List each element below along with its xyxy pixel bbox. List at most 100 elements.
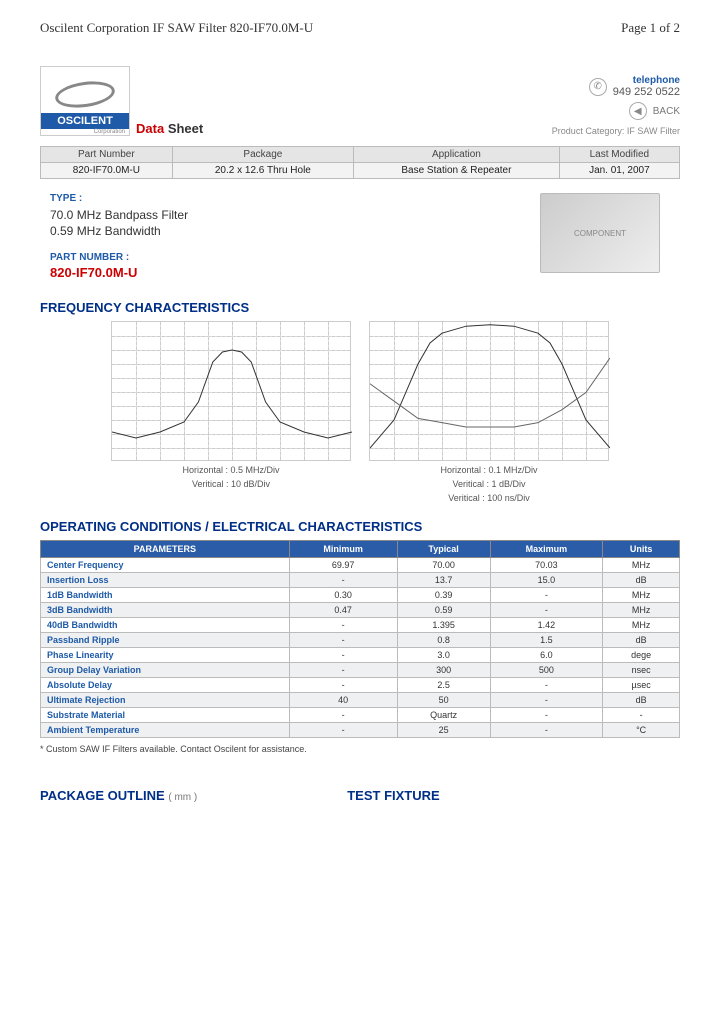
chart-caption: Veritical : 100 ns/Div xyxy=(369,493,609,503)
spec-cell: 3.0 xyxy=(397,648,490,663)
logo-corp: Corporation xyxy=(41,129,129,135)
info-header: Application xyxy=(354,147,560,163)
spec-cell: 1dB Bandwidth xyxy=(41,588,290,603)
spec-cell: 0.8 xyxy=(397,633,490,648)
table-row: Insertion Loss-13.715.0dB xyxy=(41,573,680,588)
spec-cell: - xyxy=(289,708,397,723)
spec-cell: Center Frequency xyxy=(41,558,290,573)
spec-header: Maximum xyxy=(490,541,603,558)
spec-cell: °C xyxy=(603,723,680,738)
info-header: Last Modified xyxy=(559,147,679,163)
spec-cell: MHz xyxy=(603,603,680,618)
product-category: Product Category: IF SAW Filter xyxy=(552,126,680,136)
spec-cell: nsec xyxy=(603,663,680,678)
spec-cell: 13.7 xyxy=(397,573,490,588)
back-icon[interactable]: ◀ xyxy=(629,102,647,120)
telephone-label: telephone xyxy=(613,75,680,86)
spec-cell: - xyxy=(490,723,603,738)
spec-cell: dege xyxy=(603,648,680,663)
chart-caption: Veritical : 1 dB/Div xyxy=(369,479,609,489)
spec-cell: µsec xyxy=(603,678,680,693)
section-test-fixture: TEST FIXTURE xyxy=(347,788,439,803)
logo-ring-icon xyxy=(54,78,117,111)
spec-cell: 3dB Bandwidth xyxy=(41,603,290,618)
info-value: Jan. 01, 2007 xyxy=(559,163,679,179)
spec-cell: 69.97 xyxy=(289,558,397,573)
chart-caption: Veritical : 10 dB/Div xyxy=(111,479,351,489)
spec-cell: 2.5 xyxy=(397,678,490,693)
footnote: * Custom SAW IF Filters available. Conta… xyxy=(40,744,680,754)
table-row: Center Frequency69.9770.0070.03MHz xyxy=(41,558,680,573)
spec-cell: - xyxy=(490,708,603,723)
spec-cell: dB xyxy=(603,633,680,648)
spec-cell: 1.5 xyxy=(490,633,603,648)
spec-cell: 40 xyxy=(289,693,397,708)
section-operating: OPERATING CONDITIONS / ELECTRICAL CHARAC… xyxy=(40,519,680,534)
spec-cell: 1.42 xyxy=(490,618,603,633)
table-row: Ambient Temperature-25-°C xyxy=(41,723,680,738)
table-row: 3dB Bandwidth0.470.59-MHz xyxy=(41,603,680,618)
spec-header: PARAMETERS xyxy=(41,541,290,558)
table-row: 40dB Bandwidth-1.3951.42MHz xyxy=(41,618,680,633)
table-row: Ultimate Rejection4050-dB xyxy=(41,693,680,708)
info-value: Base Station & Repeater xyxy=(354,163,560,179)
spec-header: Units xyxy=(603,541,680,558)
spec-cell: - xyxy=(289,678,397,693)
spec-cell: MHz xyxy=(603,558,680,573)
telephone-number: 949 252 0522 xyxy=(613,86,680,98)
info-header: Package xyxy=(172,147,353,163)
type-line: 0.59 MHz Bandwidth xyxy=(50,224,188,238)
contact-area: ✆ telephone 949 252 0522 ◀ BACK Product … xyxy=(552,75,680,136)
section-frequency: FREQUENCY CHARACTERISTICS xyxy=(40,300,680,315)
spec-cell: Absolute Delay xyxy=(41,678,290,693)
table-row: 1dB Bandwidth0.300.39-MHz xyxy=(41,588,680,603)
part-number-label: PART NUMBER : xyxy=(50,252,188,263)
bottom-sections: PACKAGE OUTLINE ( mm ) TEST FIXTURE xyxy=(40,772,680,809)
chart-caption: Horizontal : 0.5 MHz/Div xyxy=(111,465,351,475)
table-row: Absolute Delay-2.5-µsec xyxy=(41,678,680,693)
part-number-value: 820-IF70.0M-U xyxy=(50,265,188,280)
logo-area: OSCILENT Corporation Data Sheet xyxy=(40,66,203,136)
chart-caption: Horizontal : 0.1 MHz/Div xyxy=(369,465,609,475)
table-row: Phase Linearity-3.06.0dege xyxy=(41,648,680,663)
type-block: TYPE : 70.0 MHz Bandpass Filter 0.59 MHz… xyxy=(40,193,680,280)
spec-cell: Ultimate Rejection xyxy=(41,693,290,708)
chart-wide: Horizontal : 0.5 MHz/Div Veritical : 10 … xyxy=(111,321,351,503)
top-row: OSCILENT Corporation Data Sheet ✆ teleph… xyxy=(40,66,680,136)
spec-cell: 0.47 xyxy=(289,603,397,618)
component-photo: COMPONENT xyxy=(540,193,660,273)
spec-cell: - xyxy=(490,693,603,708)
spec-cell: dB xyxy=(603,573,680,588)
spec-cell: - xyxy=(289,648,397,663)
spec-cell: dB xyxy=(603,693,680,708)
spec-cell: - xyxy=(289,633,397,648)
spec-cell: - xyxy=(490,588,603,603)
back-button[interactable]: BACK xyxy=(653,106,680,117)
data-sheet-label: Data Sheet xyxy=(136,121,203,136)
page-header: Oscilent Corporation IF SAW Filter 820-I… xyxy=(40,20,680,36)
table-row: Group Delay Variation-300500nsec xyxy=(41,663,680,678)
spec-cell: 70.03 xyxy=(490,558,603,573)
spec-cell: - xyxy=(289,618,397,633)
spec-cell: Insertion Loss xyxy=(41,573,290,588)
chart-narrow: Horizontal : 0.1 MHz/Div Veritical : 1 d… xyxy=(369,321,609,503)
info-value: 20.2 x 12.6 Thru Hole xyxy=(172,163,353,179)
spec-cell: 1.395 xyxy=(397,618,490,633)
charts-row: Horizontal : 0.5 MHz/Div Veritical : 10 … xyxy=(40,321,680,503)
spec-cell: - xyxy=(603,708,680,723)
spec-cell: 0.30 xyxy=(289,588,397,603)
spec-cell: 40dB Bandwidth xyxy=(41,618,290,633)
spec-cell: Group Delay Variation xyxy=(41,663,290,678)
spec-cell: Passband Ripple xyxy=(41,633,290,648)
spec-cell: 50 xyxy=(397,693,490,708)
spec-cell: 6.0 xyxy=(490,648,603,663)
spec-cell: 15.0 xyxy=(490,573,603,588)
table-row: Passband Ripple-0.81.5dB xyxy=(41,633,680,648)
info-table: Part Number Package Application Last Mod… xyxy=(40,146,680,179)
phone-icon: ✆ xyxy=(589,78,607,96)
spec-cell: - xyxy=(490,603,603,618)
info-value: 820-IF70.0M-U xyxy=(41,163,173,179)
spec-cell: 25 xyxy=(397,723,490,738)
spec-cell: - xyxy=(490,678,603,693)
spec-cell: 0.39 xyxy=(397,588,490,603)
